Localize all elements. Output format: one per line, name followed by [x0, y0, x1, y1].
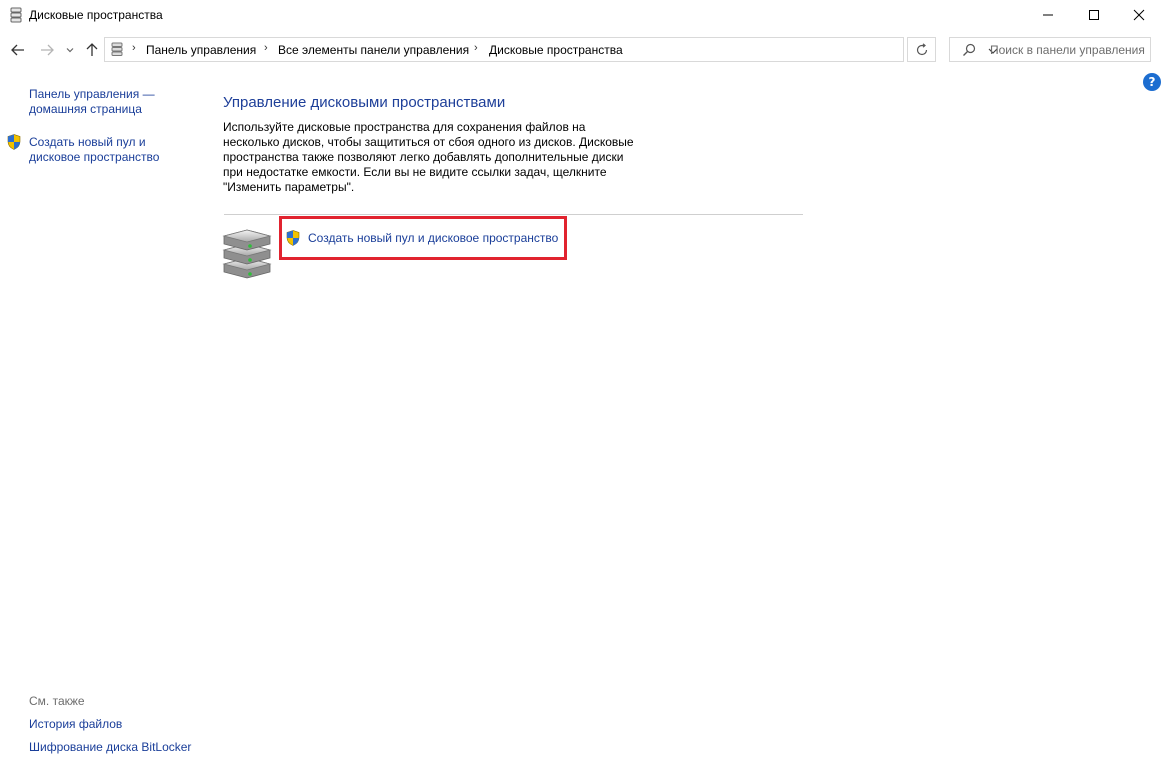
- storage-drives-icon: [222, 229, 272, 279]
- breadcrumb-separator-icon[interactable]: ›: [132, 42, 136, 54]
- minimize-button[interactable]: [1025, 0, 1071, 30]
- close-button[interactable]: [1116, 0, 1162, 30]
- refresh-icon: [916, 42, 927, 55]
- arrow-up-icon: [86, 43, 98, 56]
- control-panel-home-link[interactable]: Панель управления — домашняя страница: [29, 87, 179, 117]
- storage-spaces-icon: [10, 7, 22, 23]
- breadcrumb-control-panel[interactable]: Панель управления: [146, 43, 256, 57]
- breadcrumb-separator-icon[interactable]: ›: [474, 42, 478, 54]
- recent-locations-button[interactable]: [63, 41, 77, 59]
- title-bar: Дисковые пространства: [0, 0, 1162, 30]
- breadcrumb-separator-icon[interactable]: ›: [264, 42, 268, 54]
- back-button[interactable]: [9, 41, 27, 59]
- up-button[interactable]: [83, 41, 101, 59]
- breadcrumb-storage-spaces[interactable]: Дисковые пространства: [489, 43, 623, 57]
- page-description: Используйте дисковые пространства для со…: [223, 120, 634, 194]
- create-pool-task-link[interactable]: Создать новый пул и дисковое пространств…: [308, 231, 558, 245]
- search-icon: [963, 43, 976, 56]
- file-history-link[interactable]: История файлов: [29, 717, 122, 731]
- close-icon: [1133, 9, 1145, 21]
- arrow-right-icon: [41, 44, 54, 56]
- help-button[interactable]: ?: [1143, 73, 1161, 91]
- divider: [224, 214, 803, 215]
- chevron-down-icon: [66, 48, 74, 53]
- maximize-icon: [1089, 10, 1099, 20]
- address-bar[interactable]: › Панель управления › Все элементы панел…: [104, 37, 998, 62]
- maximize-button[interactable]: [1071, 0, 1117, 30]
- refresh-button[interactable]: [907, 37, 936, 62]
- uac-shield-icon: [286, 230, 300, 246]
- bitlocker-link[interactable]: Шифрование диска BitLocker: [29, 740, 191, 754]
- breadcrumb-all-items[interactable]: Все элементы панели управления: [278, 43, 469, 57]
- create-pool-link-sidebar[interactable]: Создать новый пул и дисковое пространств…: [29, 135, 179, 165]
- arrow-left-icon: [11, 44, 24, 56]
- navigation-bar: › Панель управления › Все элементы панел…: [0, 34, 1162, 66]
- search-placeholder: Поиск в панели управления: [990, 43, 1145, 57]
- uac-shield-icon: [7, 134, 21, 150]
- control-panel-icon: [111, 42, 123, 56]
- forward-button[interactable]: [38, 41, 56, 59]
- search-input[interactable]: Поиск в панели управления: [949, 37, 1151, 62]
- see-also-label: См. также: [29, 694, 85, 708]
- page-title: Управление дисковыми пространствами: [223, 94, 506, 111]
- minimize-icon: [1043, 14, 1053, 16]
- window-title: Дисковые пространства: [29, 8, 163, 22]
